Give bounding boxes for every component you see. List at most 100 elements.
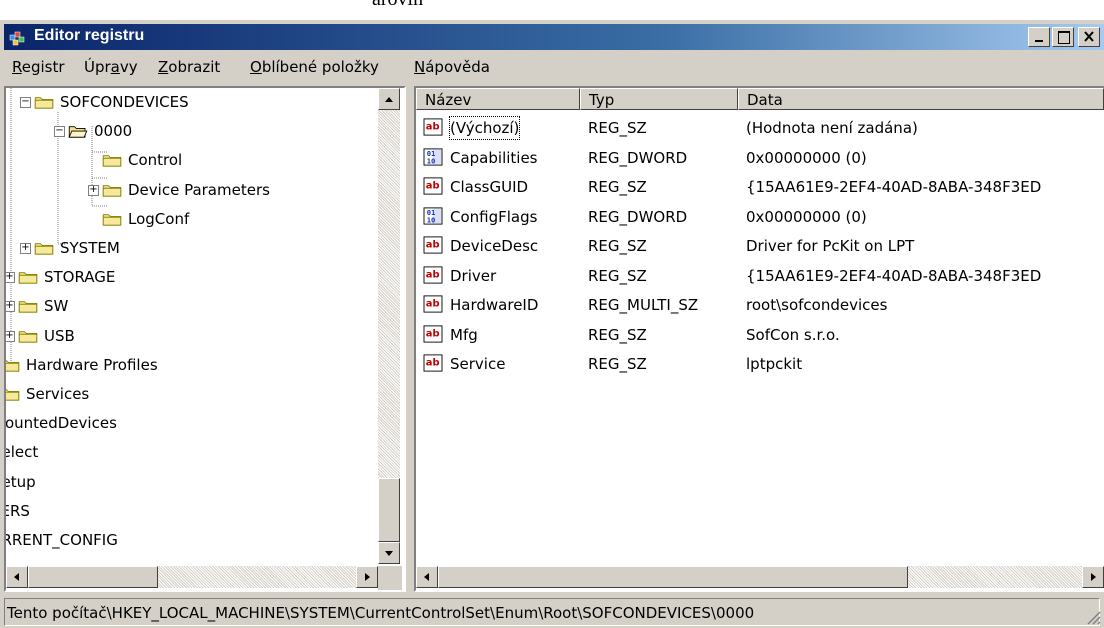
registry-value-row[interactable]: ab HardwareID REG_MULTI_SZ root\sofcondevic… [416,292,1104,318]
list-hscroll-thumb[interactable] [438,566,908,588]
tree-node-system[interactable]: + SYSTEM [6,236,382,260]
collapse-icon[interactable]: − [54,126,65,138]
menu-napoveda[interactable]: Nápověda [414,58,490,76]
menu-oblibene-polozky[interactable]: Oblíbené položky [250,58,379,76]
list-scroll-right-button[interactable] [1082,566,1104,588]
tree-node-control[interactable]: Control [6,148,382,172]
column-header-type[interactable]: Typ [580,88,738,110]
minimize-icon [1035,40,1043,42]
menu-zobrazit[interactable]: Zobrazit [158,58,220,76]
background-document-text: árovin [372,0,423,11]
tree-node-0000[interactable]: − 0000 [6,119,382,143]
tree-node-device-parameters[interactable]: + Device Parameters [6,178,382,202]
tree-node-select[interactable]: Select [6,440,382,464]
registry-value-row[interactable]: 01 10 Capabilities REG_DWORD 0x00000000 (0) [416,145,1104,171]
value-data: root\sofcondevices [746,296,888,314]
folder-icon [18,272,38,284]
value-type: REG_DWORD [588,207,688,226]
registry-key-tree[interactable]: − SOFCONDEVICES − 0000 Control + Device Parame… [4,86,406,592]
registry-value-row[interactable]: ab Driver REG_SZ {15AA61E9-2EF4-40AD-8ABA-3… [416,263,1104,289]
tree-node-label: Select [6,443,39,462]
value-type: REG_SZ [588,178,647,196]
folder-icon [6,359,20,372]
menu-upravy[interactable]: Úpravy [84,58,138,76]
tree-node-services[interactable]: Services [6,382,382,406]
tree-node-current-config[interactable]: CURRENT_CONFIG [6,528,382,552]
folder-icon [102,213,122,226]
value-data: 0x00000000 (0) [746,207,867,226]
tree-node-mounteddevices[interactable]: MountedDevices [6,411,382,435]
tree-vertical-scrollbar[interactable] [378,88,402,564]
tree-node-label: Hardware Profiles [26,355,158,374]
menu-registr[interactable]: Registr [12,58,65,76]
tree-node-label: Services [26,385,90,403]
regedit-app-icon [8,27,28,47]
svg-text:ab: ab [426,122,440,133]
arrow-up-icon [385,97,393,102]
folder-icon [18,330,38,343]
tree-node-logconf[interactable]: LogConf [6,207,382,231]
value-name: Driver [450,266,497,285]
string-value-icon: ab [423,236,443,254]
tree-hscroll-thumb[interactable] [28,566,158,588]
tree-node-label: Setup [6,472,36,491]
arrow-down-icon [385,551,393,556]
tree-scroll-right-button[interactable] [356,566,378,588]
minimize-button[interactable] [1028,27,1050,47]
column-header-name[interactable]: Název [416,88,580,110]
svg-text:ab: ab [426,240,440,251]
tree-scroll-left-button[interactable] [6,566,28,588]
menu-bar: Registr Úpravy Zobrazit Oblíbené položky… [0,54,1104,82]
tree-node-label: 0000 [94,122,133,141]
list-scroll-left-button[interactable] [416,566,438,588]
string-value-icon: ab [423,324,443,343]
registry-value-row[interactable]: ab DeviceDesc REG_SZ Driver for PcKit on LP… [416,233,1104,259]
tree-vscroll-thumb[interactable] [378,478,400,542]
registry-value-row[interactable]: ab Mfg REG_SZ SofCon s.r.o. [416,322,1104,348]
title-bar[interactable]: Editor registru [4,24,1104,50]
value-type: REG_SZ [588,355,647,373]
arrow-right-icon [365,573,370,581]
maximize-button[interactable] [1052,27,1074,47]
tree-horizontal-scrollbar[interactable] [6,566,378,590]
tree-node-label: USERS [6,501,30,520]
expand-icon[interactable]: + [6,301,15,313]
list-horizontal-scrollbar[interactable] [416,566,1104,590]
value-type: REG_MULTI_SZ [588,296,699,314]
tree-node-users[interactable]: USERS [6,499,382,523]
expand-icon[interactable]: + [6,272,15,284]
value-name: Capabilities [450,148,538,167]
registry-value-row[interactable]: ab (Výchozí) REG_SZ (Hodnota není zadána) [416,115,1104,141]
tree-node-label: SOFCONDEVICES [60,93,189,111]
maximize-icon [1058,31,1070,44]
tree-node-setup[interactable]: Setup [6,470,382,494]
tree-node-storage[interactable]: + STORAGE [6,265,382,289]
expand-icon[interactable]: + [6,330,15,342]
value-data: {15AA61E9-2EF4-40AD-8ABA-348F3ED [746,266,1042,285]
tree-scroll-down-button[interactable] [378,542,400,564]
registry-values-list[interactable]: Název Typ Data ab (Výchozí) REG_SZ (Hodnota… [414,86,1104,592]
tree-scroll-up-button[interactable] [378,88,400,110]
value-name: ConfigFlags [450,207,538,226]
collapse-icon[interactable]: − [20,97,31,108]
value-type: REG_SZ [588,237,647,255]
expand-icon[interactable]: + [88,184,99,196]
registry-editor-window: Editor registru Registr Úpravy Zobrazit … [0,20,1104,628]
status-key-path: Tento počítač\HKEY_LOCAL_MACHINE\SYSTEM\… [4,598,1100,626]
string-value-icon: ab [423,265,443,284]
registry-value-row[interactable]: ab ClassGUID REG_SZ {15AA61E9-2EF4-40AD-8AB… [416,174,1104,200]
resize-grip-icon[interactable] [1084,608,1102,626]
tree-node-hardware-profiles[interactable]: Hardware Profiles [6,353,382,377]
string-value-icon: ab [423,295,443,313]
registry-value-row[interactable]: 01 10 ConfigFlags REG_DWORD 0x00000000 (0) [416,204,1104,230]
close-button[interactable] [1078,27,1100,47]
tree-node-label: LogConf [128,209,190,228]
arrow-right-icon [1091,573,1096,581]
registry-value-row[interactable]: ab Service REG_SZ lptpckit [416,351,1104,377]
tree-node-sw[interactable]: + SW [6,294,382,318]
tree-node-sofcondevices[interactable]: − SOFCONDEVICES [6,90,382,114]
expand-icon[interactable]: + [20,243,31,254]
tree-node-usb[interactable]: + USB [6,324,382,348]
column-header-data[interactable]: Data [738,88,1104,110]
folder-icon [34,97,54,109]
